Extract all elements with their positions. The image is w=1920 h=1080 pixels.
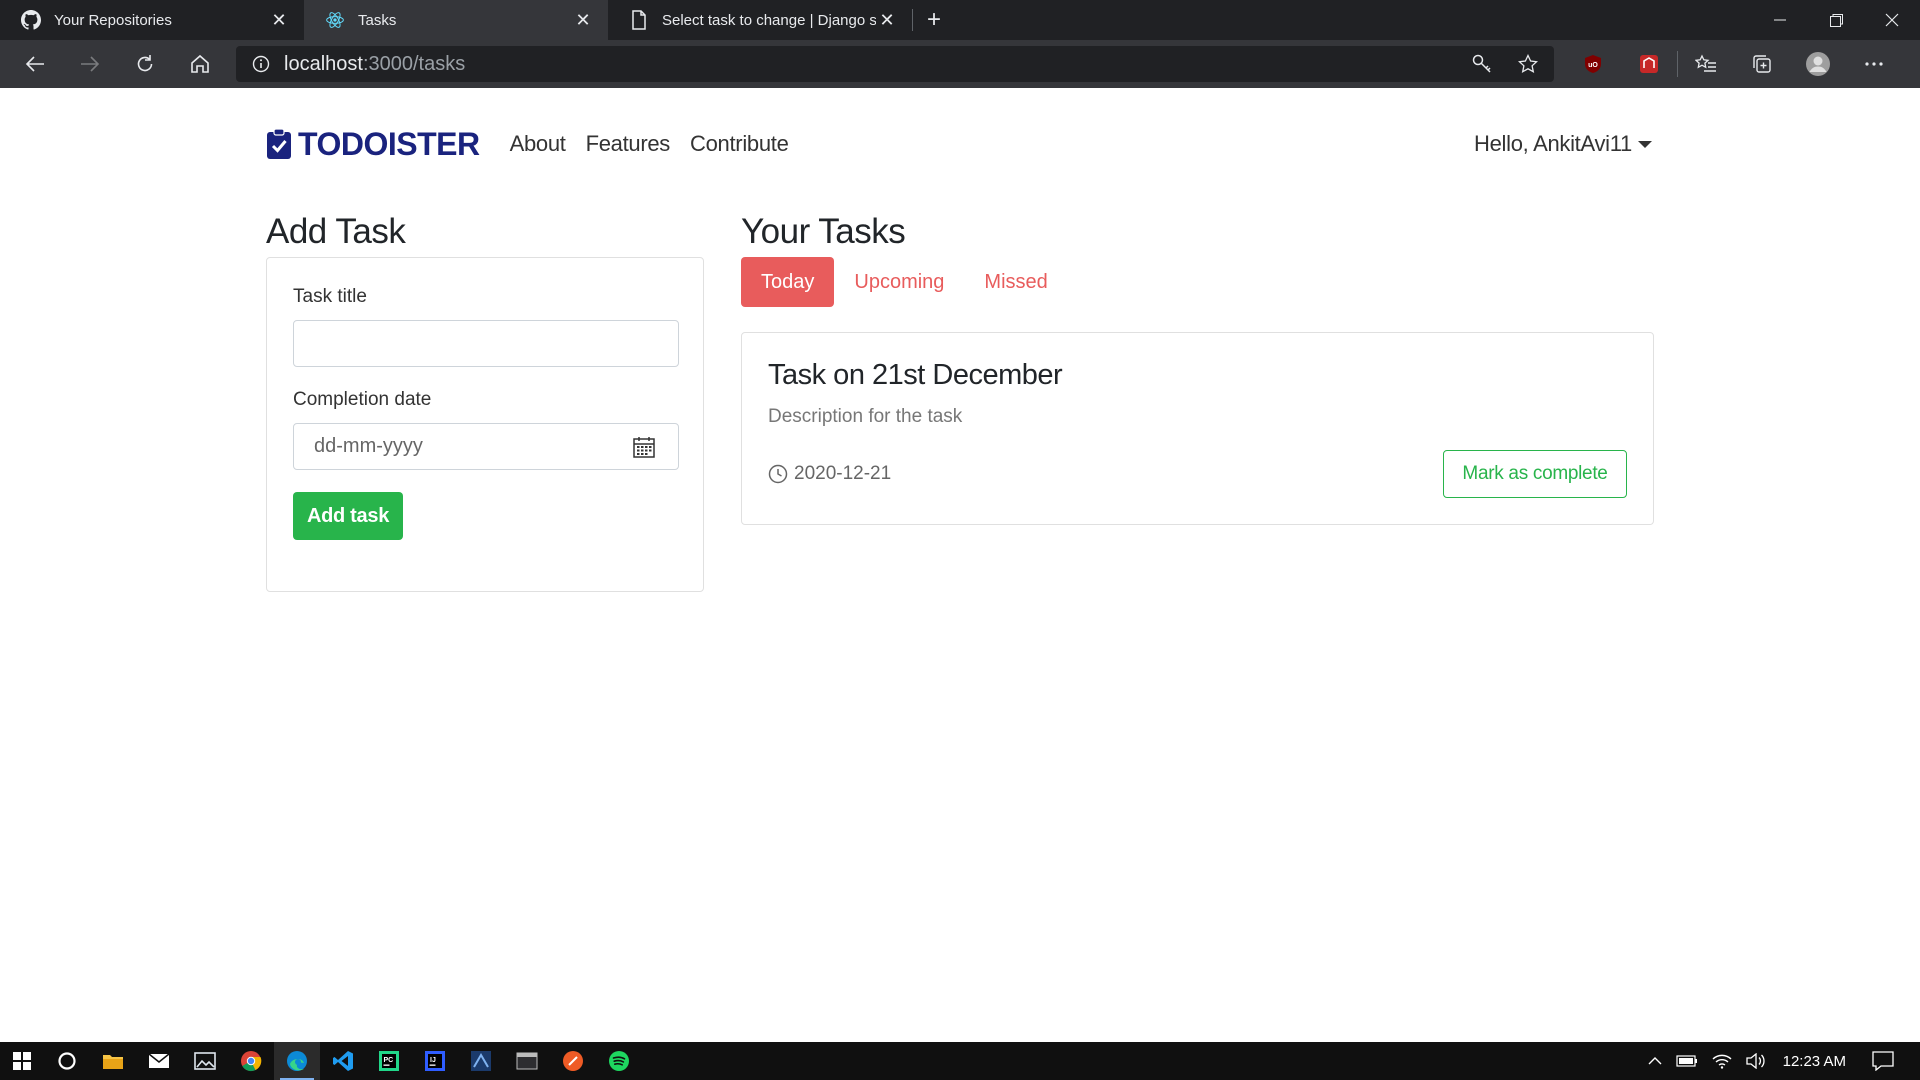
browser-tab-bar: Your Repositories ✕ Tasks ✕ Select task … <box>0 0 1920 40</box>
add-task-button[interactable]: Add task <box>293 492 403 540</box>
wifi-icon[interactable] <box>1705 1053 1739 1069</box>
tab-title: Select task to change | Django si <box>662 11 876 29</box>
clock-icon <box>768 464 788 484</box>
brand-logo[interactable]: TODOISTER <box>266 126 480 163</box>
extensions-area: uO <box>1565 40 1902 88</box>
extension-red-icon[interactable] <box>1621 40 1677 88</box>
url-path: :3000/tasks <box>362 52 466 75</box>
home-icon[interactable] <box>172 40 228 88</box>
app-navbar: TODOISTER About Features Contribute Hell… <box>266 124 1652 164</box>
svg-text:PC: PC <box>384 1057 394 1064</box>
favorites-icon[interactable] <box>1678 40 1734 88</box>
svg-text:uO: uO <box>1588 62 1598 69</box>
completion-date-label: Completion date <box>293 389 432 410</box>
key-icon[interactable] <box>1472 54 1492 74</box>
chrome-icon[interactable] <box>228 1042 274 1080</box>
clock-time[interactable]: 12:23 AM <box>1773 1053 1862 1070</box>
completion-date-group: Completion date dd-mm-yyyy <box>293 389 679 470</box>
forward-icon[interactable] <box>62 40 118 88</box>
info-icon[interactable] <box>252 55 270 73</box>
nav-link-contribute[interactable]: Contribute <box>690 131 789 157</box>
mail-icon[interactable] <box>136 1042 182 1080</box>
nav-link-features[interactable]: Features <box>586 131 671 157</box>
page-content: TODOISTER About Features Contribute Hell… <box>0 88 1920 1042</box>
task-title-label: Task title <box>293 286 367 307</box>
add-task-form: Task title Completion date dd-mm-yyyy Ad… <box>266 257 704 592</box>
svg-text:IJ: IJ <box>430 1057 436 1064</box>
tab-tasks[interactable]: Tasks ✕ <box>304 0 608 40</box>
notification-icon[interactable] <box>1862 1051 1920 1071</box>
user-greeting: Hello, AnkitAvi11 <box>1474 131 1632 156</box>
profile-avatar-icon[interactable] <box>1790 40 1846 88</box>
close-icon[interactable]: ✕ <box>876 9 898 31</box>
collections-icon[interactable] <box>1734 40 1790 88</box>
file-explorer-icon[interactable] <box>90 1042 136 1080</box>
mark-complete-button[interactable]: Mark as complete <box>1443 450 1627 498</box>
tab-django-admin[interactable]: Select task to change | Django si ✕ <box>608 0 912 40</box>
task-description: Description for the task <box>768 406 963 427</box>
windows-taskbar: PC IJ 12:23 AM <box>0 1042 1920 1080</box>
date-placeholder: dd-mm-yyyy <box>314 435 423 457</box>
clipboard-check-icon <box>266 128 292 160</box>
volume-icon[interactable] <box>1739 1053 1773 1069</box>
task-date-value: 2020-12-21 <box>794 463 892 484</box>
tab-title: Your Repositories <box>54 11 172 29</box>
your-tasks-heading: Your Tasks <box>741 212 906 251</box>
edge-icon[interactable] <box>274 1042 320 1080</box>
cortana-search-icon[interactable] <box>44 1042 90 1080</box>
close-icon[interactable]: ✕ <box>268 9 290 31</box>
tab-upcoming[interactable]: Upcoming <box>834 257 964 307</box>
refresh-icon[interactable] <box>117 40 173 88</box>
task-title-input[interactable] <box>293 320 679 367</box>
nav-links: About Features Contribute <box>510 131 789 157</box>
github-icon <box>20 9 42 31</box>
app-blue-icon[interactable] <box>458 1042 504 1080</box>
address-bar[interactable]: localhost:3000/tasks <box>236 46 1554 82</box>
caret-down-icon <box>1638 140 1652 148</box>
task-footer: 2020-12-21 Mark as complete <box>768 450 1627 498</box>
restore-icon[interactable] <box>1808 0 1864 40</box>
favorite-star-icon[interactable] <box>1518 54 1538 74</box>
spotify-icon[interactable] <box>596 1042 642 1080</box>
task-filter-tabs: Today Upcoming Missed <box>741 257 1068 307</box>
window-controls <box>1752 0 1920 40</box>
url-host: localhost <box>284 52 363 75</box>
task-date: 2020-12-21 <box>768 463 891 485</box>
tab-your-repositories[interactable]: Your Repositories ✕ <box>0 0 304 40</box>
postman-icon[interactable] <box>550 1042 596 1080</box>
windows-start-icon[interactable] <box>0 1042 44 1080</box>
task-title-group: Task title <box>293 286 679 367</box>
task-title: Task on 21st December <box>768 359 1063 391</box>
brand-name: TODOISTER <box>298 125 480 162</box>
nav-link-about[interactable]: About <box>510 131 566 157</box>
tab-title: Tasks <box>358 11 397 29</box>
completion-date-input[interactable]: dd-mm-yyyy <box>293 423 679 470</box>
system-tray: 12:23 AM <box>1641 1042 1920 1080</box>
terminal-icon[interactable] <box>504 1042 550 1080</box>
tab-today[interactable]: Today <box>741 257 835 307</box>
vscode-icon[interactable] <box>320 1042 366 1080</box>
close-window-icon[interactable] <box>1864 0 1920 40</box>
task-card: Task on 21st December Description for th… <box>741 332 1654 525</box>
document-icon <box>628 9 650 31</box>
intellij-icon[interactable]: IJ <box>412 1042 458 1080</box>
user-dropdown[interactable]: Hello, AnkitAvi11 <box>1474 131 1652 157</box>
minimize-icon[interactable] <box>1752 0 1808 40</box>
back-icon[interactable] <box>7 40 63 88</box>
close-icon[interactable]: ✕ <box>572 9 594 31</box>
new-tab-icon[interactable]: + <box>913 0 955 40</box>
battery-icon[interactable] <box>1669 1055 1705 1067</box>
tab-missed[interactable]: Missed <box>964 257 1067 307</box>
browser-toolbar: localhost:3000/tasks uO <box>0 40 1920 88</box>
ublock-icon[interactable]: uO <box>1565 40 1621 88</box>
react-icon <box>324 9 346 31</box>
more-options-icon[interactable] <box>1846 40 1902 88</box>
chevron-up-icon[interactable] <box>1641 1056 1669 1066</box>
calendar-icon[interactable] <box>632 435 656 459</box>
pycharm-icon[interactable]: PC <box>366 1042 412 1080</box>
add-task-heading: Add Task <box>266 212 406 251</box>
photos-icon[interactable] <box>182 1042 228 1080</box>
